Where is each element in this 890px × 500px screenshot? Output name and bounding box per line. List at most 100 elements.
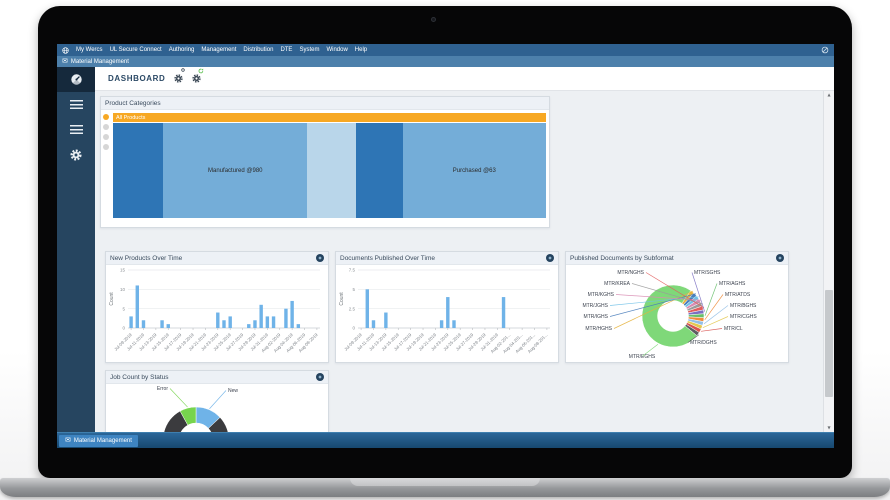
icicle-segments: Manufactured @980 Purchased @63 bbox=[113, 123, 546, 218]
menu-item-authoring[interactable]: Authoring bbox=[169, 47, 195, 53]
sign-out-icon[interactable] bbox=[821, 46, 829, 54]
svg-text:15: 15 bbox=[120, 268, 126, 273]
dashboard-settings-button[interactable] bbox=[174, 67, 186, 88]
donut-chart-svg: New Error bbox=[157, 386, 238, 432]
svg-text:5: 5 bbox=[352, 287, 355, 292]
menu-item-ul-secure-connect[interactable]: UL Secure Connect bbox=[110, 47, 162, 53]
sidebar-item-settings[interactable] bbox=[57, 142, 95, 167]
menu-item-system[interactable]: System bbox=[299, 47, 319, 53]
icicle-segment[interactable] bbox=[113, 123, 164, 218]
panel-product-categories: Product Categories All Products Manufact bbox=[100, 96, 550, 228]
tab-bar: ✉ Material Management bbox=[57, 56, 834, 67]
job-status-donut-chart: New Error bbox=[106, 384, 328, 432]
svg-text:Count: Count bbox=[339, 292, 345, 306]
scroll-thumb[interactable] bbox=[825, 290, 833, 397]
scroll-up-arrow[interactable]: ▲ bbox=[824, 91, 834, 99]
svg-text:MTR/JGHS: MTR/JGHS bbox=[582, 303, 608, 309]
tab-material-management[interactable]: Material Management bbox=[71, 59, 129, 65]
panel-header: Documents Published Over Time bbox=[336, 252, 558, 265]
panel-documents-published: Documents Published Over Time 0 2.5 5 7.5 Ju… bbox=[335, 251, 559, 363]
small-gear-badge-icon bbox=[181, 67, 186, 72]
panel-job-count-by-status: Job Count by Status New Error bbox=[105, 370, 329, 432]
panel-gear-button[interactable] bbox=[546, 254, 554, 262]
svg-text:MTR/EGHS: MTR/EGHS bbox=[629, 354, 656, 360]
menu-item-my-wercs[interactable]: My Wercs bbox=[76, 47, 103, 53]
icicle-root-bar[interactable]: All Products bbox=[113, 113, 546, 122]
icicle-segment[interactable] bbox=[307, 123, 356, 218]
svg-text:MTR/SGHS: MTR/SGHS bbox=[694, 270, 721, 276]
svg-text:0: 0 bbox=[352, 326, 355, 331]
panel-title: New Products Over Time bbox=[110, 254, 183, 262]
envelope-icon: ✉ bbox=[65, 436, 71, 444]
main-area: DASHBOARD Product Categories All Product… bbox=[95, 67, 834, 432]
panel-new-products: New Products Over Time 0 5 10 15 Jul-09-2019… bbox=[105, 251, 329, 363]
svg-text:MTR/NGHS: MTR/NGHS bbox=[617, 270, 644, 276]
panel-gear-button[interactable] bbox=[776, 254, 784, 262]
svg-text:10: 10 bbox=[120, 287, 126, 292]
svg-text:MTR/CL: MTR/CL bbox=[724, 326, 743, 332]
menu-item-distribution[interactable]: Distribution bbox=[243, 47, 273, 53]
svg-text:New: New bbox=[228, 388, 238, 394]
bullet-level[interactable] bbox=[103, 144, 109, 150]
svg-text:MTR/CGHS: MTR/CGHS bbox=[730, 314, 757, 320]
panel-title: Published Documents by Subformat bbox=[570, 254, 674, 262]
taskbar-material-management-button[interactable]: ✉ Material Management bbox=[59, 434, 138, 447]
envelope-icon: ✉ bbox=[62, 57, 68, 65]
page-title: DASHBOARD bbox=[108, 74, 166, 83]
refresh-arrow-icon bbox=[199, 68, 204, 73]
menu-item-dte[interactable]: DTE bbox=[280, 47, 292, 53]
svg-text:MTR/KGHS: MTR/KGHS bbox=[588, 292, 615, 298]
new-products-bar-chart: 0 5 10 15 Jul-09-2019 Jul-11-2019 Jul-13-2019 J… bbox=[106, 265, 328, 367]
bullet-all-products[interactable] bbox=[103, 114, 109, 120]
svg-text:Count: Count bbox=[109, 292, 115, 306]
dashboard-toolbar: DASHBOARD bbox=[95, 67, 834, 91]
svg-text:MTR/AGHS: MTR/AGHS bbox=[719, 281, 746, 287]
product-categories-chart: All Products Manufactured @980 Purchased … bbox=[101, 110, 549, 221]
refresh-gear-icon bbox=[192, 74, 201, 83]
dashboard-speedometer-icon bbox=[70, 74, 82, 86]
panel-header: New Products Over Time bbox=[106, 252, 328, 265]
taskbar: ✉ Material Management bbox=[57, 432, 834, 448]
settings-gear-icon bbox=[174, 74, 183, 83]
panel-gear-button[interactable] bbox=[316, 373, 324, 381]
menu-item-management[interactable]: Management bbox=[201, 47, 236, 53]
panel-title: Product Categories bbox=[105, 99, 161, 107]
panel-header: Job Count by Status bbox=[106, 371, 328, 384]
icicle-root-label: All Products bbox=[116, 114, 146, 121]
bullet-level[interactable] bbox=[103, 134, 109, 140]
gear-icon bbox=[70, 149, 82, 161]
laptop-base-notch bbox=[350, 478, 540, 486]
menu-item-window[interactable]: Window bbox=[326, 47, 347, 53]
screen: My Wercs UL Secure Connect Authoring Manage… bbox=[57, 44, 834, 448]
menu-bar: My Wercs UL Secure Connect Authoring Manage… bbox=[57, 44, 834, 56]
menu-items: My Wercs UL Secure Connect Authoring Manage… bbox=[76, 47, 367, 53]
sidebar-item-list-primary[interactable] bbox=[57, 92, 95, 117]
menu-item-help[interactable]: Help bbox=[355, 47, 367, 53]
panel-gear-button[interactable] bbox=[316, 254, 324, 262]
panel-header: Published Documents by Subformat bbox=[566, 252, 788, 265]
sidebar-item-list-secondary[interactable] bbox=[57, 117, 95, 142]
sidebar-item-dashboard[interactable] bbox=[57, 67, 95, 92]
scroll-down-arrow[interactable]: ▼ bbox=[824, 424, 834, 432]
icicle-segment-manufactured-980[interactable]: Manufactured @980 bbox=[163, 123, 308, 218]
svg-text:MTR/IGHS: MTR/IGHS bbox=[584, 314, 609, 320]
svg-text:Error: Error bbox=[157, 386, 168, 392]
panel-header: Product Categories bbox=[101, 97, 549, 110]
subformat-donut-chart: MTR/HGHS MTR/IGHS MTR/JGHS MTR/KGHS MTR/KREA… bbox=[566, 265, 788, 367]
svg-text:MTR/BGHS: MTR/BGHS bbox=[730, 303, 757, 309]
taskbar-button-label: Material Management bbox=[73, 437, 132, 444]
sidebar bbox=[57, 67, 95, 432]
dashboard-refresh-button[interactable] bbox=[192, 68, 204, 88]
vertical-scrollbar[interactable]: ▲ ▼ bbox=[823, 91, 834, 432]
bullet-level[interactable] bbox=[103, 124, 109, 130]
svg-text:MTR/DGHS: MTR/DGHS bbox=[690, 340, 717, 346]
svg-text:MTR/ATDS: MTR/ATDS bbox=[725, 292, 751, 298]
globe-icon bbox=[62, 46, 69, 54]
svg-text:0: 0 bbox=[122, 326, 125, 331]
bar-chart-svg: 02.557.5Jul-09-2019Jul-11-2019Jul-13-201… bbox=[339, 268, 550, 354]
icicle-segment-purchased-63[interactable]: Purchased @63 bbox=[402, 123, 546, 218]
svg-text:2.5: 2.5 bbox=[349, 306, 356, 311]
icicle-segment[interactable] bbox=[355, 123, 403, 218]
panel-title: Documents Published Over Time bbox=[340, 254, 436, 262]
webcam-dot bbox=[431, 17, 436, 22]
